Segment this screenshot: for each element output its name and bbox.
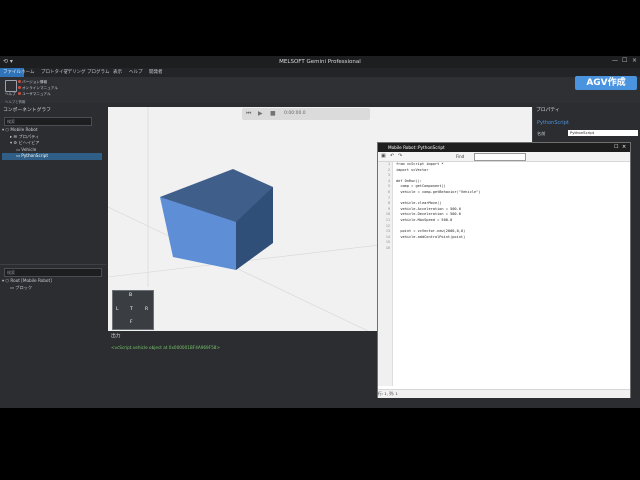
play-icon[interactable]: ▶ bbox=[258, 110, 263, 117]
ribbon-item-online-manual[interactable]: オンラインマニュアル bbox=[18, 86, 58, 91]
find-label: Find bbox=[456, 154, 465, 159]
redo-icon[interactable]: ↷ bbox=[398, 153, 402, 159]
name-field[interactable]: PythonScript bbox=[568, 130, 638, 136]
line-numbers: 1 2 3 4 5 6 7 8 9 10 11 12 13 14 15 16 bbox=[378, 162, 393, 386]
manual-icon bbox=[18, 92, 21, 95]
search-input[interactable]: 検索 bbox=[4, 117, 92, 126]
nav-top[interactable]: T bbox=[130, 307, 133, 312]
ribbon-group-label: ヘルプと情報 bbox=[5, 100, 26, 104]
code-line[interactable] bbox=[396, 246, 626, 252]
manual-icon bbox=[18, 86, 21, 89]
app-title: MELSOFT Gemini Professional bbox=[279, 59, 361, 65]
menu-help[interactable]: ヘルプ bbox=[126, 68, 146, 77]
menu-view[interactable]: 表示 bbox=[110, 68, 125, 77]
properties-header: プロパティ bbox=[533, 107, 640, 115]
tree-item[interactable]: ▭ Vehicle bbox=[2, 147, 102, 154]
tree-item[interactable]: ▾ ⬡ Mobile Robot bbox=[2, 127, 102, 134]
close-icon[interactable]: × bbox=[622, 143, 626, 152]
editor-title-bar: Mobile Robot::PythonScript ☐ × bbox=[378, 143, 630, 152]
name-label: 名前 bbox=[537, 131, 546, 136]
nav-left[interactable]: L bbox=[116, 307, 119, 312]
component-tree: ▾ ⬡ Mobile Robot ▸ ☰ プロパティ ▾ ⚙ ビヘイビア ▭ V… bbox=[2, 127, 102, 160]
nav-back[interactable]: B bbox=[129, 293, 132, 298]
search-input[interactable]: 検索 bbox=[4, 268, 102, 277]
editor-status: 行: 1, 列: 1 bbox=[378, 389, 630, 398]
banner-agv: AGV作成 bbox=[575, 76, 637, 90]
menu-program[interactable]: プログラム bbox=[84, 68, 112, 77]
sim-time: 0:00:00.0 bbox=[284, 111, 306, 116]
code-area[interactable]: from vcScript import * import vcVector def… bbox=[396, 162, 626, 386]
maximize-icon[interactable]: ☐ bbox=[622, 57, 627, 64]
info-icon bbox=[18, 80, 21, 83]
menu-developer[interactable]: 開発者 bbox=[146, 68, 166, 77]
minimize-icon[interactable]: — bbox=[612, 57, 618, 64]
rewind-icon[interactable]: ⏮ bbox=[246, 110, 251, 118]
editor-toolbar: ▣ ↶ ↷ Find bbox=[378, 152, 630, 162]
title-bar: ⟲ ▾ MELSOFT Gemini Professional — ☐ × bbox=[0, 56, 640, 68]
playback-toolbar: ⏮ ▶ ■ 0:00:00.0 bbox=[242, 108, 370, 120]
nav-front[interactable]: F bbox=[130, 320, 133, 325]
script-label: PythonScript bbox=[537, 120, 569, 126]
output-text: <vcScript.vehicle object at 0x000001BF4A… bbox=[111, 345, 220, 350]
help-icon[interactable] bbox=[5, 80, 17, 92]
left-panel: コンポーネントグラフ 検索 ▾ ⬡ Mobile Robot ▸ ☰ プロパティ… bbox=[0, 107, 106, 267]
node-tree: ▾ ⬡ Root [Mobile Robot] ▭ ブロック bbox=[2, 278, 102, 291]
find-input[interactable] bbox=[474, 153, 526, 161]
undo-icon[interactable]: ↶ bbox=[390, 153, 394, 159]
stop-icon[interactable]: ■ bbox=[270, 110, 276, 117]
close-icon[interactable]: × bbox=[632, 57, 637, 64]
line-number: 16 bbox=[385, 245, 390, 250]
ribbon-item-user-manual[interactable]: ユーザマニュアル bbox=[18, 92, 51, 97]
help-label: ヘルプ bbox=[5, 92, 16, 96]
editor-title: Mobile Robot::PythonScript bbox=[388, 145, 445, 150]
maximize-icon[interactable]: ☐ bbox=[614, 143, 618, 152]
script-editor-window: Mobile Robot::PythonScript ☐ × ▣ ↶ ↷ Fin… bbox=[377, 142, 631, 398]
tree-item-selected[interactable]: ▭ PythonScript bbox=[2, 153, 102, 160]
ribbon-item-version[interactable]: バージョン情報 bbox=[18, 80, 47, 85]
tree-item[interactable]: ▾ ⬡ Root [Mobile Robot] bbox=[2, 278, 102, 285]
tree-item[interactable]: ▭ ブロック bbox=[2, 285, 102, 292]
nav-right[interactable]: R bbox=[145, 307, 148, 312]
panel-header: コンポーネントグラフ bbox=[0, 107, 106, 115]
ribbon bbox=[0, 77, 640, 103]
save-icon[interactable]: ▣ bbox=[381, 153, 386, 159]
tree-item[interactable]: ▾ ⚙ ビヘイビア bbox=[2, 140, 102, 147]
nav-cube[interactable]: B L T R F bbox=[112, 290, 154, 330]
menu-home[interactable]: ホーム bbox=[18, 68, 37, 77]
lower-left-panel: 検索 ▾ ⬡ Root [Mobile Robot] ▭ ブロック bbox=[0, 264, 106, 405]
